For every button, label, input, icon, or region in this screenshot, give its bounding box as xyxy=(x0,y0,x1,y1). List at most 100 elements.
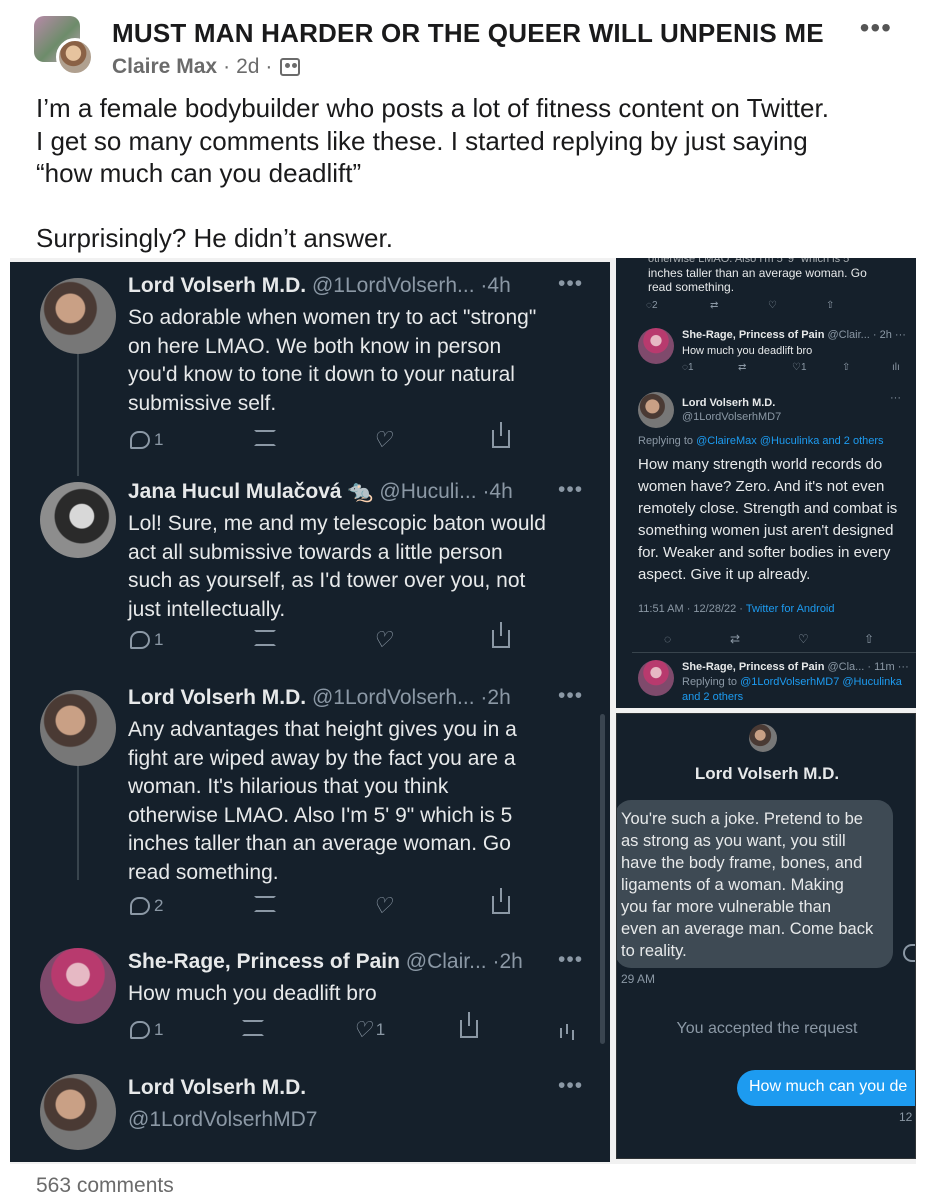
tweet-actions: 2 ♡ xyxy=(130,888,550,924)
retweet-icon xyxy=(242,1020,264,1036)
tweet: Lord Volserh M.D. @1LordVolserh... ·4h •… xyxy=(10,268,610,468)
timestamp: 11:51 AM · 12/28/22 · xyxy=(638,603,743,615)
tweet-text: How much you deadlift bro xyxy=(128,980,588,1009)
replying-targets[interactable]: @1LordVolserhMD7 @Huculinka xyxy=(740,676,902,688)
message-time: 12 xyxy=(899,1110,913,1124)
post-title[interactable]: MUST MAN HARDER OR THE QUEER WILL UNPENI… xyxy=(112,18,824,49)
tweet-text-line: you'd know to tone it down to your natur… xyxy=(128,363,515,387)
tweet-actions: 1 ♡ xyxy=(130,622,550,658)
heart-icon: ♡ xyxy=(372,627,392,652)
reply-count: 1 xyxy=(154,630,164,649)
post-image-collage[interactable]: Lord Volserh M.D. @1LordVolserh... ·4h •… xyxy=(10,258,916,1164)
post-age: 2d xyxy=(236,55,260,78)
tweet-text: So adorable when women try to act "stron… xyxy=(128,304,588,418)
community-icon xyxy=(280,58,301,76)
reply-icon xyxy=(130,897,150,915)
post-header: MUST MAN HARDER OR THE QUEER WILL UNPENI… xyxy=(0,0,926,260)
tweet-handle: @Clair... xyxy=(405,950,487,973)
reply-icon: ◌ xyxy=(664,632,672,646)
replying-label: Replying to xyxy=(638,435,694,447)
heart-icon: ♡ xyxy=(768,300,777,311)
overflow-menu-icon[interactable]: ••• xyxy=(860,12,892,44)
received-message: You're such a joke. Pretend to be as str… xyxy=(617,800,893,968)
avatar xyxy=(40,1074,116,1150)
more-icon: ••• xyxy=(558,684,584,707)
reply-action: 1 xyxy=(130,430,163,450)
replying-targets[interactable]: and 2 others xyxy=(682,690,743,704)
comments-count[interactable]: 563 comments xyxy=(36,1174,174,1198)
message-line: ligaments of a woman. Making xyxy=(621,876,844,894)
tweet-time: ·2h xyxy=(492,950,523,973)
tweet-header: She-Rage, Princess of Pain @Cla... · 11m… xyxy=(682,660,909,674)
tweet-actions: ◌ 2 ⇄ ♡ ⇧ xyxy=(646,300,876,314)
tweet: Lord Volserh M.D. ••• @1LordVolserhMD7 xyxy=(10,1070,610,1160)
tweet-actions: 1 ♡ 1 xyxy=(130,1012,580,1048)
tweet-text-line: just intellectually. xyxy=(128,597,286,621)
user-avatar[interactable] xyxy=(56,38,94,76)
tweet-author-name: She-Rage, Princess of Pain xyxy=(682,661,825,673)
avatar-stack[interactable] xyxy=(34,16,98,78)
reply-action: 2 xyxy=(130,896,163,916)
react-icon xyxy=(903,944,915,962)
retweet-action xyxy=(242,1020,264,1036)
tweet-text-line: aspect. Give it up already. xyxy=(638,566,811,583)
share-action xyxy=(492,422,510,448)
analytics-action xyxy=(560,1020,576,1038)
message-line: as strong as you want, you still xyxy=(621,832,846,850)
post-author[interactable]: Claire Max xyxy=(112,55,217,79)
tweet: Lord Volserh M.D. @1LordVolserh... ·2h •… xyxy=(10,680,610,940)
retweet-icon: ⇄ xyxy=(738,362,747,373)
avatar xyxy=(40,482,116,558)
reply-count: ◌ 2 xyxy=(646,300,658,311)
avatar xyxy=(638,328,674,364)
tweet-text-line: inches taller than an average woman. Go xyxy=(128,832,511,856)
tweet-text-line: How many strength world records do xyxy=(638,456,883,473)
reply-count: 1 xyxy=(154,430,164,449)
tweet-text-line: act all submissive towards a little pers… xyxy=(128,540,503,564)
heart-icon: ♡ xyxy=(372,893,392,918)
tweet-author-name: Lord Volserh M.D. xyxy=(682,397,776,409)
cut-text-line: otherwise LMAO. Also I'm 5' 9" which is … xyxy=(648,258,850,265)
share-icon xyxy=(492,888,510,914)
tweet-text-line: read something. xyxy=(648,280,735,294)
tweet-text-line: Any advantages that height gives you in … xyxy=(128,718,517,741)
post-meta: Claire Max · 2d · xyxy=(112,55,301,79)
replying-targets[interactable]: @ClaireMax @Huculinka and 2 others xyxy=(696,435,883,447)
reply-count: 2 xyxy=(154,896,164,915)
sent-message: How much can you de xyxy=(737,1070,915,1106)
tweet-handle: @1LordVolserhMD7 xyxy=(128,1108,318,1131)
share-icon: ⇧ xyxy=(842,362,851,373)
analytics-icon: ılı xyxy=(892,362,900,373)
more-icon: ••• xyxy=(558,478,584,501)
more-icon: ••• xyxy=(558,948,584,971)
like-action: ♡ xyxy=(372,429,392,451)
tweet-text: How many strength world records do women… xyxy=(638,454,897,586)
share-icon xyxy=(460,1012,478,1038)
tweet-header: Lord Volserh M.D. @1LordVolserh... ·2h •… xyxy=(128,684,582,710)
retweet-icon: ⇄ xyxy=(730,632,741,646)
replying-to: Replying to @ClaireMax @Huculinka and 2 … xyxy=(638,434,884,448)
scrollbar xyxy=(600,714,605,1044)
tweet-actions: ◌ 1 ⇄ ♡ 1 ⇧ ılı xyxy=(682,362,902,376)
post-body-line: I get so many comments like these. I sta… xyxy=(36,125,808,156)
post-body-line: Surprisingly? He didn’t answer. xyxy=(36,222,393,253)
tweet-text-line: How much you deadlift bro xyxy=(128,982,377,1005)
reply-icon xyxy=(130,431,150,449)
tweet-text: How much you deadlift bro xyxy=(682,345,813,357)
meta-separator: · xyxy=(223,55,231,78)
tweet-handle: @Cla... · 11m xyxy=(827,661,895,673)
more-icon: ••• xyxy=(558,272,584,295)
tweet-header: She-Rage, Princess of Pain @Clair... ·2h… xyxy=(128,948,582,974)
avatar xyxy=(40,948,116,1024)
retweet-icon xyxy=(254,430,276,446)
tweet-author-name: She-Rage, Princess of Pain xyxy=(128,950,400,973)
like-count: ♡ 1 xyxy=(792,362,807,373)
avatar xyxy=(40,278,116,354)
tweet-time: ·4h xyxy=(482,480,513,503)
screenshot-direct-message: Lord Volserh M.D. You're such a joke. Pr… xyxy=(616,713,916,1159)
tweet-header: She-Rage, Princess of Pain @Clair... · 2… xyxy=(682,328,906,342)
tweet-text-line: read something. xyxy=(128,860,279,884)
like-action: ♡ 1 xyxy=(352,1019,385,1041)
more-icon: ··· xyxy=(897,661,909,673)
tweet-text-line: Lol! Sure, me and my telescopic baton wo… xyxy=(128,512,546,535)
